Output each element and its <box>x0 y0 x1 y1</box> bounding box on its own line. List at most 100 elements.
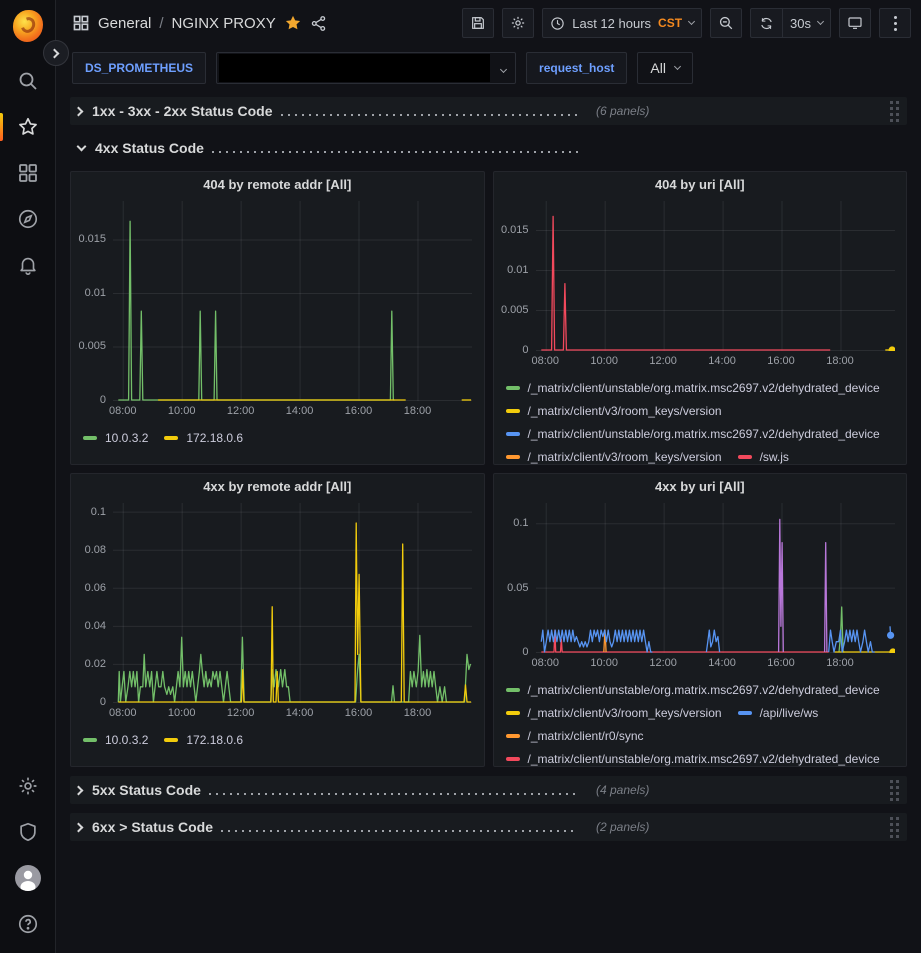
x-tick-label: 10:00 <box>160 405 204 417</box>
save-icon <box>470 15 486 31</box>
legend-swatch <box>506 409 520 413</box>
x-tick-label: 16:00 <box>759 657 803 669</box>
datasource-select[interactable] <box>216 52 516 84</box>
legend-label: /_matrix/client/unstable/org.matrix.msc2… <box>528 427 880 441</box>
request-host-variable-label[interactable]: request_host <box>526 52 627 84</box>
page-title[interactable]: NGINX PROXY <box>172 15 276 32</box>
legend-item[interactable]: /_matrix/client/unstable/org.matrix.msc2… <box>506 422 880 445</box>
x-tick-label: 08:00 <box>523 355 567 367</box>
x-tick-label: 08:00 <box>523 657 567 669</box>
y-axis: 00.0050.010.015 <box>494 201 536 351</box>
x-tick-label: 16:00 <box>337 405 381 417</box>
sidebar-item-alerting[interactable] <box>0 242 56 288</box>
y-tick-label: 0.06 <box>85 582 106 594</box>
legend-label: /api/live/ws <box>760 706 819 720</box>
x-tick-label: 16:00 <box>759 355 803 367</box>
sidebar-item-search[interactable] <box>0 58 56 104</box>
panel-title[interactable]: 4xx by remote addr [All] <box>71 479 484 503</box>
sidebar-item-dashboards[interactable] <box>0 150 56 196</box>
row-6xx[interactable]: 6xx > Status Code (2 panels) <box>70 813 907 841</box>
panel-title[interactable]: 4xx by uri [All] <box>494 479 907 503</box>
panel-4xx-by-uri: 4xx by uri [All] 00.050.1 08:0010:0012:0… <box>493 473 908 767</box>
row-4xx[interactable]: 4xx Status Code <box>70 134 907 162</box>
legend-label: /_matrix/client/unstable/org.matrix.msc2… <box>528 752 880 766</box>
panel-title[interactable]: 404 by uri [All] <box>494 177 907 201</box>
row-drag-handle-icon[interactable] <box>890 817 899 838</box>
plot-area[interactable] <box>113 201 472 401</box>
sidebar-item-server-admin[interactable] <box>0 809 56 855</box>
main-area: General / NGINX PROXY Last 12 hours CST <box>56 0 921 953</box>
sidebar-expand-button[interactable] <box>43 40 69 66</box>
more-options-button[interactable] <box>879 8 911 38</box>
legend-item[interactable]: 10.0.3.2 <box>83 426 148 449</box>
grafana-logo-icon[interactable] <box>13 10 43 42</box>
datasource-variable-label[interactable]: DS_PROMETHEUS <box>72 52 206 84</box>
legend-item[interactable]: /_matrix/client/v3/room_keys/version <box>506 399 722 422</box>
legend-item[interactable]: /sw.js <box>738 445 789 464</box>
y-tick-label: 0.1 <box>513 517 528 529</box>
dotted-leader <box>209 793 578 795</box>
favorite-star-icon[interactable] <box>284 14 302 32</box>
legend: 10.0.3.2 172.18.0.6 <box>71 423 484 464</box>
x-tick-label: 14:00 <box>278 405 322 417</box>
plot-area[interactable] <box>536 201 895 351</box>
legend-item[interactable]: 10.0.3.2 <box>83 728 148 751</box>
dashboard-settings-button[interactable] <box>502 8 534 38</box>
share-icon[interactable] <box>310 15 327 32</box>
panel-title[interactable]: 404 by remote addr [All] <box>71 177 484 201</box>
legend-item[interactable]: 172.18.0.6 <box>164 426 243 449</box>
legend-swatch <box>83 436 97 440</box>
panel-404-by-remote-addr: 404 by remote addr [All] 00.0050.010.015… <box>70 171 485 465</box>
sidebar-item-starred[interactable] <box>0 104 56 150</box>
legend-item[interactable]: /_matrix/client/v3/room_keys/version <box>506 701 722 724</box>
x-tick-label: 14:00 <box>700 657 744 669</box>
variables-bar: DS_PROMETHEUS request_host All <box>56 46 921 90</box>
legend-item[interactable]: /_matrix/client/unstable/org.matrix.msc2… <box>506 747 880 766</box>
plot-area[interactable] <box>113 503 472 703</box>
legend-label: 10.0.3.2 <box>105 733 148 747</box>
tv-mode-button[interactable] <box>839 8 871 38</box>
legend-item[interactable]: /_matrix/client/v3/room_keys/version <box>506 445 722 464</box>
refresh-button[interactable] <box>750 8 782 38</box>
breadcrumb-section[interactable]: General <box>98 15 151 32</box>
x-tick-label: 12:00 <box>641 355 685 367</box>
x-tick-label: 12:00 <box>641 657 685 669</box>
y-tick-label: 0.1 <box>91 506 106 518</box>
y-axis: 00.020.040.060.080.1 <box>71 503 113 703</box>
legend-swatch <box>506 734 520 738</box>
row-drag-handle-icon[interactable] <box>890 101 899 122</box>
refresh-interval-picker[interactable]: 30s <box>782 8 831 38</box>
legend-item[interactable]: /_matrix/client/r0/sync <box>506 724 644 747</box>
sidebar-item-profile[interactable] <box>0 855 56 901</box>
timezone-label: CST <box>658 16 682 30</box>
zoom-out-button[interactable] <box>710 8 742 38</box>
request-host-select[interactable]: All <box>637 52 693 84</box>
sidebar-item-configuration[interactable] <box>0 763 56 809</box>
star-icon <box>17 116 39 138</box>
panel-grid: 404 by remote addr [All] 00.0050.010.015… <box>70 171 907 767</box>
x-tick-label: 14:00 <box>700 355 744 367</box>
save-dashboard-button[interactable] <box>462 8 494 38</box>
legend-item[interactable]: 172.18.0.6 <box>164 728 243 751</box>
row-title: 5xx Status Code <box>92 782 201 798</box>
legend-item[interactable]: /api/live/ws <box>738 701 819 724</box>
y-tick-label: 0.015 <box>501 224 529 236</box>
row-1xx-3xx-2xx[interactable]: 1xx - 3xx - 2xx Status Code (6 panels) <box>70 97 907 125</box>
breadcrumb-divider: / <box>159 15 163 32</box>
time-range-picker[interactable]: Last 12 hours CST <box>542 8 702 38</box>
row-5xx[interactable]: 5xx Status Code (4 panels) <box>70 776 907 804</box>
x-tick-label: 14:00 <box>278 707 322 719</box>
sidebar-item-help[interactable] <box>0 901 56 947</box>
x-axis: 08:0010:0012:0014:0016:0018:00 <box>113 705 472 725</box>
legend-item[interactable]: /_matrix/client/unstable/org.matrix.msc2… <box>506 678 880 701</box>
plot-area[interactable] <box>536 503 895 653</box>
legend-item[interactable]: /_matrix/client/unstable/org.matrix.msc2… <box>506 376 880 399</box>
x-axis: 08:0010:0012:0014:0016:0018:00 <box>113 403 472 423</box>
row-drag-handle-icon[interactable] <box>890 780 899 801</box>
legend-label: 10.0.3.2 <box>105 431 148 445</box>
sidebar-item-explore[interactable] <box>0 196 56 242</box>
legend-label: 172.18.0.6 <box>186 431 243 445</box>
clock-icon <box>550 16 565 31</box>
y-tick-label: 0.01 <box>507 264 528 276</box>
bell-icon <box>17 254 39 276</box>
